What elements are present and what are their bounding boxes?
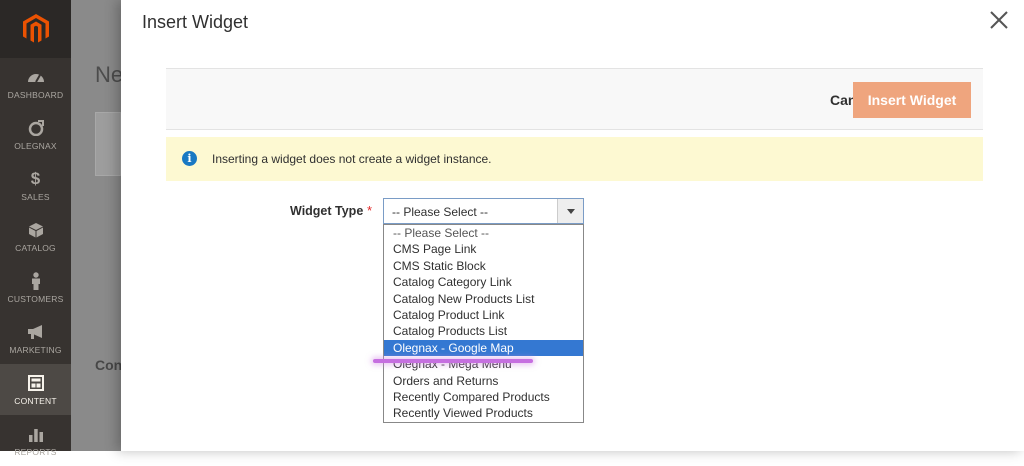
person-icon <box>27 272 45 290</box>
close-icon <box>990 11 1008 29</box>
sidebar-item-label: OLEGNAX <box>14 141 57 151</box>
widget-type-label: Widget Type <box>290 204 364 218</box>
sidebar-item-marketing[interactable]: MARKETING <box>0 313 71 364</box>
magento-logo[interactable] <box>0 0 71 58</box>
insert-widget-button[interactable]: Insert Widget <box>853 82 971 118</box>
dropdown-option[interactable]: Catalog New Products List <box>384 291 583 307</box>
admin-sidebar: DASHBOARD OLEGNAX $ SALES CATALOG CUSTOM… <box>0 0 71 457</box>
magento-logo-icon <box>22 14 49 43</box>
sidebar-item-sales[interactable]: $ SALES <box>0 160 71 211</box>
select-current-value: -- Please Select -- <box>392 205 489 219</box>
sidebar-item-label: SALES <box>21 192 50 202</box>
sidebar-item-label: CUSTOMERS <box>7 294 64 304</box>
dropdown-option[interactable]: -- Please Select -- <box>384 225 583 241</box>
dropdown-option[interactable]: CMS Page Link <box>384 241 583 257</box>
sidebar-item-label: REPORTS <box>14 447 57 457</box>
background-section-heading: Con <box>95 357 123 373</box>
bar-chart-icon <box>27 425 45 443</box>
dashboard-icon <box>27 68 45 86</box>
dropdown-option[interactable]: Recently Viewed Products <box>384 405 583 421</box>
sidebar-item-reports[interactable]: REPORTS <box>0 415 71 466</box>
background-page-title: Ne <box>95 62 124 87</box>
dollar-icon: $ <box>30 169 41 188</box>
dropdown-option[interactable]: Catalog Category Link <box>384 274 583 290</box>
background-panel <box>95 112 121 176</box>
cube-icon <box>27 221 45 239</box>
sidebar-item-label: CONTENT <box>14 396 57 406</box>
notice-text: Inserting a widget does not create a wid… <box>212 152 492 166</box>
dropdown-option[interactable]: Orders and Returns <box>384 373 583 389</box>
highlight-underline <box>373 359 533 363</box>
dropdown-option[interactable]: Recently Compared Products <box>384 389 583 405</box>
sidebar-item-content[interactable]: CONTENT <box>0 364 71 415</box>
info-icon: i <box>182 151 197 166</box>
widget-type-dropdown: -- Please Select -- CMS Page Link CMS St… <box>383 224 584 423</box>
dropdown-option[interactable]: Catalog Product Link <box>384 307 583 323</box>
sidebar-item-label: CATALOG <box>15 243 56 253</box>
modal-actions-bar: Cancel Insert Widget <box>166 68 983 130</box>
sidebar-item-olegnax[interactable]: OLEGNAX <box>0 109 71 160</box>
dropdown-option[interactable]: CMS Static Block <box>384 258 583 274</box>
select-arrow[interactable] <box>557 199 583 223</box>
sidebar-item-customers[interactable]: CUSTOMERS <box>0 262 71 313</box>
sidebar-item-catalog[interactable]: CATALOG <box>0 211 71 262</box>
insert-widget-modal: Insert Widget Cancel Insert Widget i Ins… <box>121 0 1024 451</box>
triangle-down-icon <box>566 208 575 214</box>
dropdown-option[interactable]: Catalog Products List <box>384 323 583 339</box>
megaphone-icon <box>27 323 45 341</box>
content-icon <box>27 374 45 392</box>
olegnax-icon <box>27 119 45 137</box>
close-button[interactable] <box>987 8 1011 32</box>
sidebar-item-label: DASHBOARD <box>7 90 64 100</box>
required-asterisk: * <box>367 203 373 218</box>
modal-title: Insert Widget <box>142 12 249 32</box>
sidebar-item-dashboard[interactable]: DASHBOARD <box>0 58 71 109</box>
dropdown-option-selected[interactable]: Olegnax - Google Map <box>384 339 583 357</box>
widget-type-select[interactable]: -- Please Select -- <box>383 198 584 224</box>
info-notice: i Inserting a widget does not create a w… <box>166 137 983 181</box>
sidebar-item-label: MARKETING <box>9 345 62 355</box>
